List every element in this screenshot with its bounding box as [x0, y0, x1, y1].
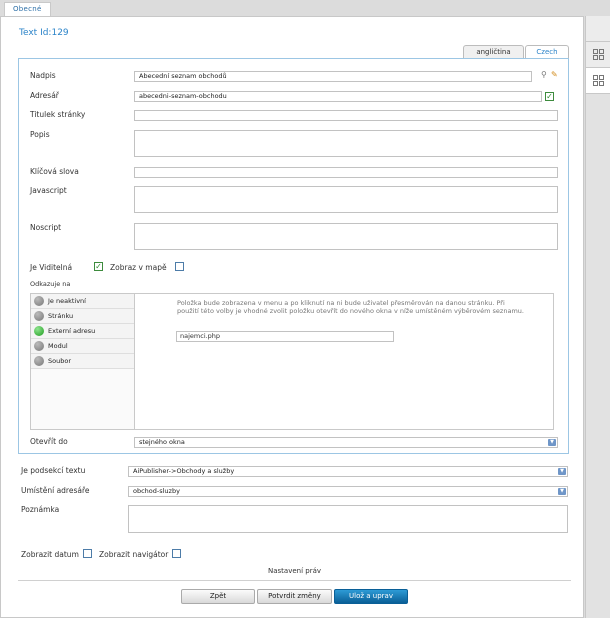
adresar-input[interactable]: abecedni-seznam-obchodu: [134, 91, 542, 102]
odkazuje-na-panel: Je neaktivní Stránku Externí adresu Modu…: [30, 293, 554, 430]
link-type-item[interactable]: Modul: [31, 339, 134, 354]
noscript-textarea[interactable]: [134, 223, 558, 250]
label-noscript: Noscript: [30, 223, 62, 232]
tab-czech[interactable]: Czech: [525, 45, 569, 58]
list-item-label: Je neaktivní: [48, 297, 86, 305]
list-item-label: Modul: [48, 342, 68, 350]
zobraz-v-mape-checkbox[interactable]: [175, 262, 184, 271]
list-item-label: Externí adresu: [48, 327, 96, 335]
label-titulek: Titulek stránky: [30, 110, 86, 119]
search-icon[interactable]: ⚲: [541, 70, 547, 79]
label-otevrit-do: Otevřít do: [30, 437, 68, 446]
label-zobraz-v-mape: Zobraz v mapě: [110, 263, 167, 272]
label-zobrazit-navigator: Zobrazit navigátor: [99, 550, 169, 559]
edit-icon[interactable]: ✎: [551, 70, 558, 79]
radio-off-icon: [34, 296, 44, 306]
radio-off-icon: [34, 311, 44, 321]
select-value: stejného okna: [139, 438, 185, 446]
link-type-item[interactable]: Je neaktivní: [31, 294, 134, 309]
page-title: Text Id:129: [19, 28, 69, 38]
list-item-label: Stránku: [48, 312, 74, 320]
adresar-lock-checkbox[interactable]: ✓: [545, 92, 554, 101]
structure-icon[interactable]: [586, 68, 610, 94]
nastaveni-prav-link[interactable]: Nastavení práv: [268, 567, 321, 575]
blank-icon[interactable]: [586, 16, 610, 42]
zobrazit-navigator-checkbox[interactable]: [172, 549, 181, 558]
radio-off-icon: [34, 341, 44, 351]
label-odkazuje-na: Odkazuje na: [30, 280, 71, 288]
link-help-text: Položka bude zobrazena v menu a po klikn…: [177, 299, 524, 315]
popis-textarea[interactable]: [134, 130, 558, 157]
label-adresar: Adresář: [30, 91, 59, 100]
chevron-down-icon: ▼: [558, 488, 566, 495]
divider: [18, 580, 571, 581]
window: Obecné Text Id:129 angličtina Czech Nadp…: [0, 0, 610, 618]
layout-icon[interactable]: [586, 42, 610, 68]
label-popis: Popis: [30, 130, 50, 139]
select-value: obchod-sluzby: [133, 487, 180, 495]
javascript-textarea[interactable]: [134, 186, 558, 213]
right-toolbar: [585, 16, 610, 618]
umisteni-select[interactable]: obchod-sluzby ▼: [128, 486, 568, 497]
link-type-item[interactable]: Soubor: [31, 354, 134, 369]
label-umisteni: Umístění adresáře: [21, 486, 90, 495]
link-type-item[interactable]: Stránku: [31, 309, 134, 324]
label-javascript: Javascript: [30, 186, 67, 195]
label-zobrazit-datum: Zobrazit datum: [21, 550, 79, 559]
otevrit-do-select[interactable]: stejného okna ▼: [134, 437, 558, 448]
chevron-down-icon: ▼: [558, 468, 566, 475]
label-klicova-slova: Klíčová slova: [30, 167, 79, 176]
je-viditelna-checkbox[interactable]: ✓: [94, 262, 103, 271]
back-button[interactable]: Zpět: [181, 589, 255, 604]
link-type-item[interactable]: Externí adresu: [31, 324, 134, 339]
chevron-down-icon: ▼: [548, 439, 556, 446]
label-je-podsekci: Je podsekcí textu: [21, 466, 86, 475]
radio-on-icon: [34, 326, 44, 336]
grid-icon: [593, 49, 604, 60]
label-nadpis: Nadpis: [30, 71, 56, 80]
tree-icon: [593, 75, 604, 86]
list-item-label: Soubor: [48, 357, 71, 365]
titulek-input[interactable]: [134, 110, 558, 121]
je-podsekci-select[interactable]: AiPublisher->Obchody a služby ▼: [128, 466, 568, 477]
select-value: AiPublisher->Obchody a služby: [133, 467, 235, 475]
zobrazit-datum-checkbox[interactable]: [83, 549, 92, 558]
tab-english[interactable]: angličtina: [463, 45, 524, 58]
save-and-edit-button[interactable]: Ulož a uprav: [334, 589, 408, 604]
tab-obecne[interactable]: Obecné: [4, 2, 51, 16]
label-poznamka: Poznámka: [21, 505, 60, 514]
link-type-list: Je neaktivní Stránku Externí adresu Modu…: [31, 294, 135, 429]
label-je-viditelna: Je Viditelná: [30, 263, 73, 272]
radio-off-icon: [34, 356, 44, 366]
poznamka-textarea[interactable]: [128, 505, 568, 533]
klicova-slova-input[interactable]: [134, 167, 558, 178]
external-url-input[interactable]: najemci.php: [176, 331, 394, 342]
confirm-button[interactable]: Potvrdit změny: [257, 589, 332, 604]
nadpis-input[interactable]: Abecední seznam obchodů: [134, 71, 532, 82]
